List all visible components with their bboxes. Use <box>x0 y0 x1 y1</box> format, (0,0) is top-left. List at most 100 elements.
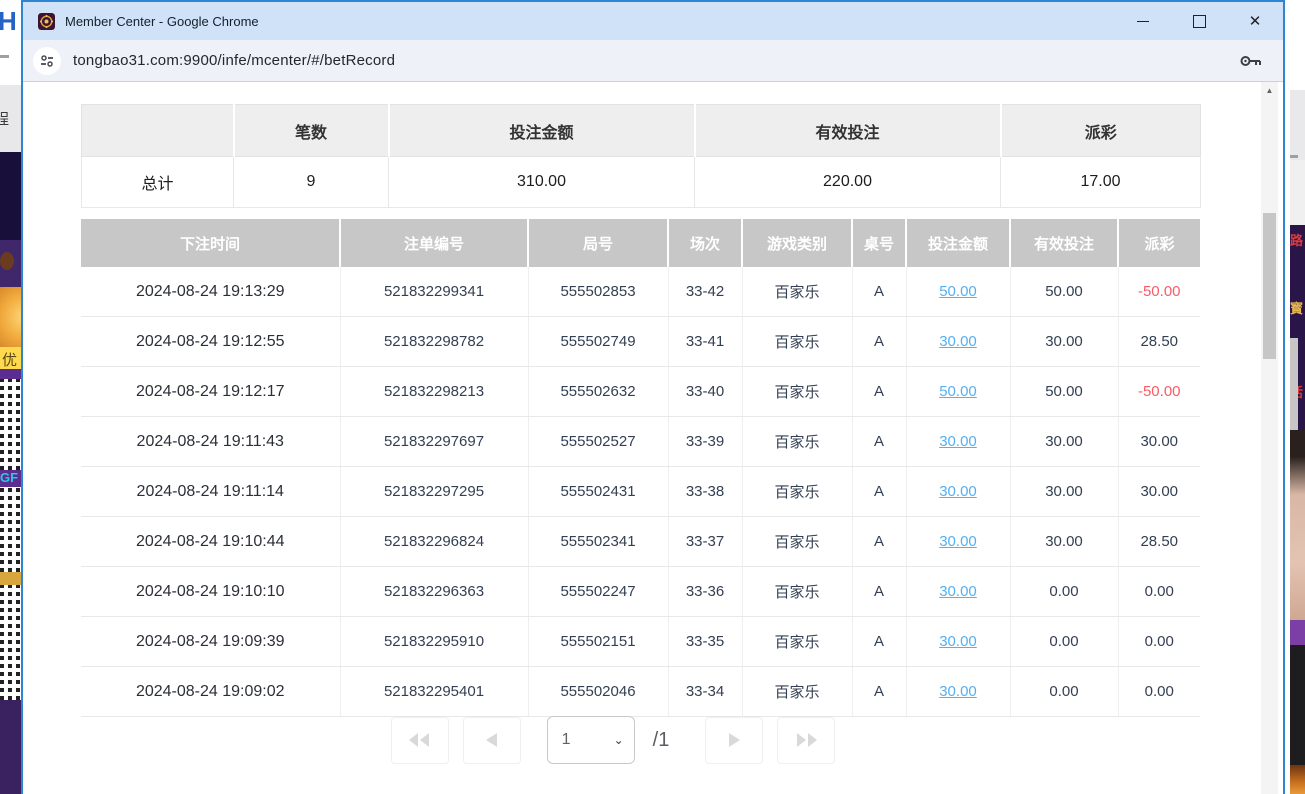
background-right-edge: 路 寳 活 <box>1290 0 1305 794</box>
bet-column-header: 有效投注 <box>1010 219 1118 267</box>
close-button[interactable]: ✕ <box>1227 2 1283 40</box>
cell-table-no: A <box>852 367 906 417</box>
cell-table-no: A <box>852 667 906 717</box>
summary-total-value: 17.00 <box>1001 157 1201 208</box>
bet-amount-link[interactable]: 50.00 <box>939 383 977 400</box>
cell-round-id: 555502749 <box>528 317 668 367</box>
cell-bet-amount: 30.00 <box>906 317 1010 367</box>
cell-game-type: 百家乐 <box>742 417 852 467</box>
background-left-char: 程 <box>0 108 9 129</box>
cell-time: 2024-08-24 19:12:55 <box>81 317 340 367</box>
cell-payout: -50.00 <box>1118 367 1200 417</box>
bet-amount-link[interactable]: 30.00 <box>939 333 977 350</box>
bet-amount-link[interactable]: 30.00 <box>939 483 977 500</box>
key-icon <box>1239 52 1263 70</box>
cell-bet-id: 521832297697 <box>340 417 528 467</box>
bet-amount-link[interactable]: 30.00 <box>939 683 977 700</box>
next-page-button[interactable] <box>705 717 763 764</box>
cell-time: 2024-08-24 19:09:39 <box>81 617 340 667</box>
bet-amount-link[interactable]: 30.00 <box>939 533 977 550</box>
first-page-button[interactable] <box>391 717 449 764</box>
cell-payout: 28.50 <box>1118 317 1200 367</box>
cell-valid-bet: 30.00 <box>1010 517 1118 567</box>
summary-column-header: 笔数 <box>234 105 389 157</box>
cell-bet-id: 521832299341 <box>340 267 528 317</box>
cell-table-no: A <box>852 567 906 617</box>
bet-column-header: 下注时间 <box>81 219 340 267</box>
bet-amount-link[interactable]: 50.00 <box>939 283 977 300</box>
bet-column-header: 游戏类别 <box>742 219 852 267</box>
cell-valid-bet: 30.00 <box>1010 467 1118 517</box>
cell-time: 2024-08-24 19:12:17 <box>81 367 340 417</box>
cell-game-type: 百家乐 <box>742 617 852 667</box>
page-select-value: 1 <box>562 731 614 749</box>
bet-amount-link[interactable]: 30.00 <box>939 633 977 650</box>
cell-table-no: A <box>852 617 906 667</box>
cell-payout: 0.00 <box>1118 667 1200 717</box>
cell-bet-id: 521832295401 <box>340 667 528 717</box>
prev-page-button[interactable] <box>463 717 521 764</box>
cell-round-id: 555502527 <box>528 417 668 467</box>
background-right-road-char: 路 <box>1290 230 1303 249</box>
bet-record-row: 2024-08-24 19:11:14521832297295555502431… <box>81 467 1200 517</box>
cell-time: 2024-08-24 19:11:14 <box>81 467 340 517</box>
cell-session: 33-36 <box>668 567 742 617</box>
summary-column-header: 派彩 <box>1001 105 1201 157</box>
site-settings-button[interactable] <box>33 47 61 75</box>
background-left-letter: H <box>0 6 17 37</box>
cell-session: 33-34 <box>668 667 742 717</box>
maximize-button[interactable] <box>1171 2 1227 40</box>
browser-window: Member Center - Google Chrome ✕ tongbao3… <box>21 0 1285 794</box>
cell-valid-bet: 0.00 <box>1010 567 1118 617</box>
cell-valid-bet: 30.00 <box>1010 317 1118 367</box>
pagination: 1 ⌄ /1 <box>23 716 1203 764</box>
cell-game-type: 百家乐 <box>742 667 852 717</box>
url-text[interactable]: tongbao31.com:9900/infe/mcenter/#/betRec… <box>73 52 395 69</box>
site-favicon-icon <box>38 13 55 30</box>
cell-time: 2024-08-24 19:10:44 <box>81 517 340 567</box>
cell-round-id: 555502151 <box>528 617 668 667</box>
page-scrollbar[interactable]: ▲ <box>1261 82 1278 794</box>
cell-game-type: 百家乐 <box>742 517 852 567</box>
cell-bet-amount: 50.00 <box>906 367 1010 417</box>
minimize-icon <box>1137 21 1149 22</box>
cell-session: 33-38 <box>668 467 742 517</box>
cell-bet-id: 521832297295 <box>340 467 528 517</box>
cell-bet-amount: 30.00 <box>906 517 1010 567</box>
bet-record-row: 2024-08-24 19:09:39521832295910555502151… <box>81 617 1200 667</box>
page-total-label: /1 <box>653 729 670 752</box>
cell-session: 33-37 <box>668 517 742 567</box>
cell-game-type: 百家乐 <box>742 317 852 367</box>
cell-session: 33-40 <box>668 367 742 417</box>
page-select[interactable]: 1 ⌄ <box>547 716 635 764</box>
minimize-button[interactable] <box>1115 2 1171 40</box>
cell-round-id: 555502341 <box>528 517 668 567</box>
cell-table-no: A <box>852 517 906 567</box>
cell-bet-id: 521832295910 <box>340 617 528 667</box>
cell-payout: 0.00 <box>1118 617 1200 667</box>
summary-table: 笔数投注金额有效投注派彩 总计9310.00220.0017.00 <box>81 104 1200 208</box>
background-left-edge: H 程 优 GF <box>0 0 21 794</box>
bet-record-row: 2024-08-24 19:12:17521832298213555502632… <box>81 367 1200 417</box>
bet-record-row: 2024-08-24 19:12:55521832298782555502749… <box>81 317 1200 367</box>
bet-record-row: 2024-08-24 19:10:10521832296363555502247… <box>81 567 1200 617</box>
bet-column-header: 派彩 <box>1118 219 1200 267</box>
cell-game-type: 百家乐 <box>742 367 852 417</box>
double-right-arrow-icon <box>795 733 817 747</box>
last-page-button[interactable] <box>777 717 835 764</box>
summary-column-header <box>82 105 234 157</box>
cell-round-id: 555502431 <box>528 467 668 517</box>
scrollbar-thumb[interactable] <box>1263 213 1276 359</box>
cell-bet-amount: 30.00 <box>906 567 1010 617</box>
cell-table-no: A <box>852 267 906 317</box>
background-right-gold-char: 寳 <box>1290 298 1303 317</box>
password-key-button[interactable] <box>1239 52 1263 70</box>
cell-time: 2024-08-24 19:13:29 <box>81 267 340 317</box>
bet-column-header: 投注金额 <box>906 219 1010 267</box>
bet-amount-link[interactable]: 30.00 <box>939 433 977 450</box>
maximize-icon <box>1193 15 1206 28</box>
scroll-up-arrow-icon[interactable]: ▲ <box>1261 82 1278 98</box>
cell-valid-bet: 0.00 <box>1010 617 1118 667</box>
bet-amount-link[interactable]: 30.00 <box>939 583 977 600</box>
cell-game-type: 百家乐 <box>742 567 852 617</box>
